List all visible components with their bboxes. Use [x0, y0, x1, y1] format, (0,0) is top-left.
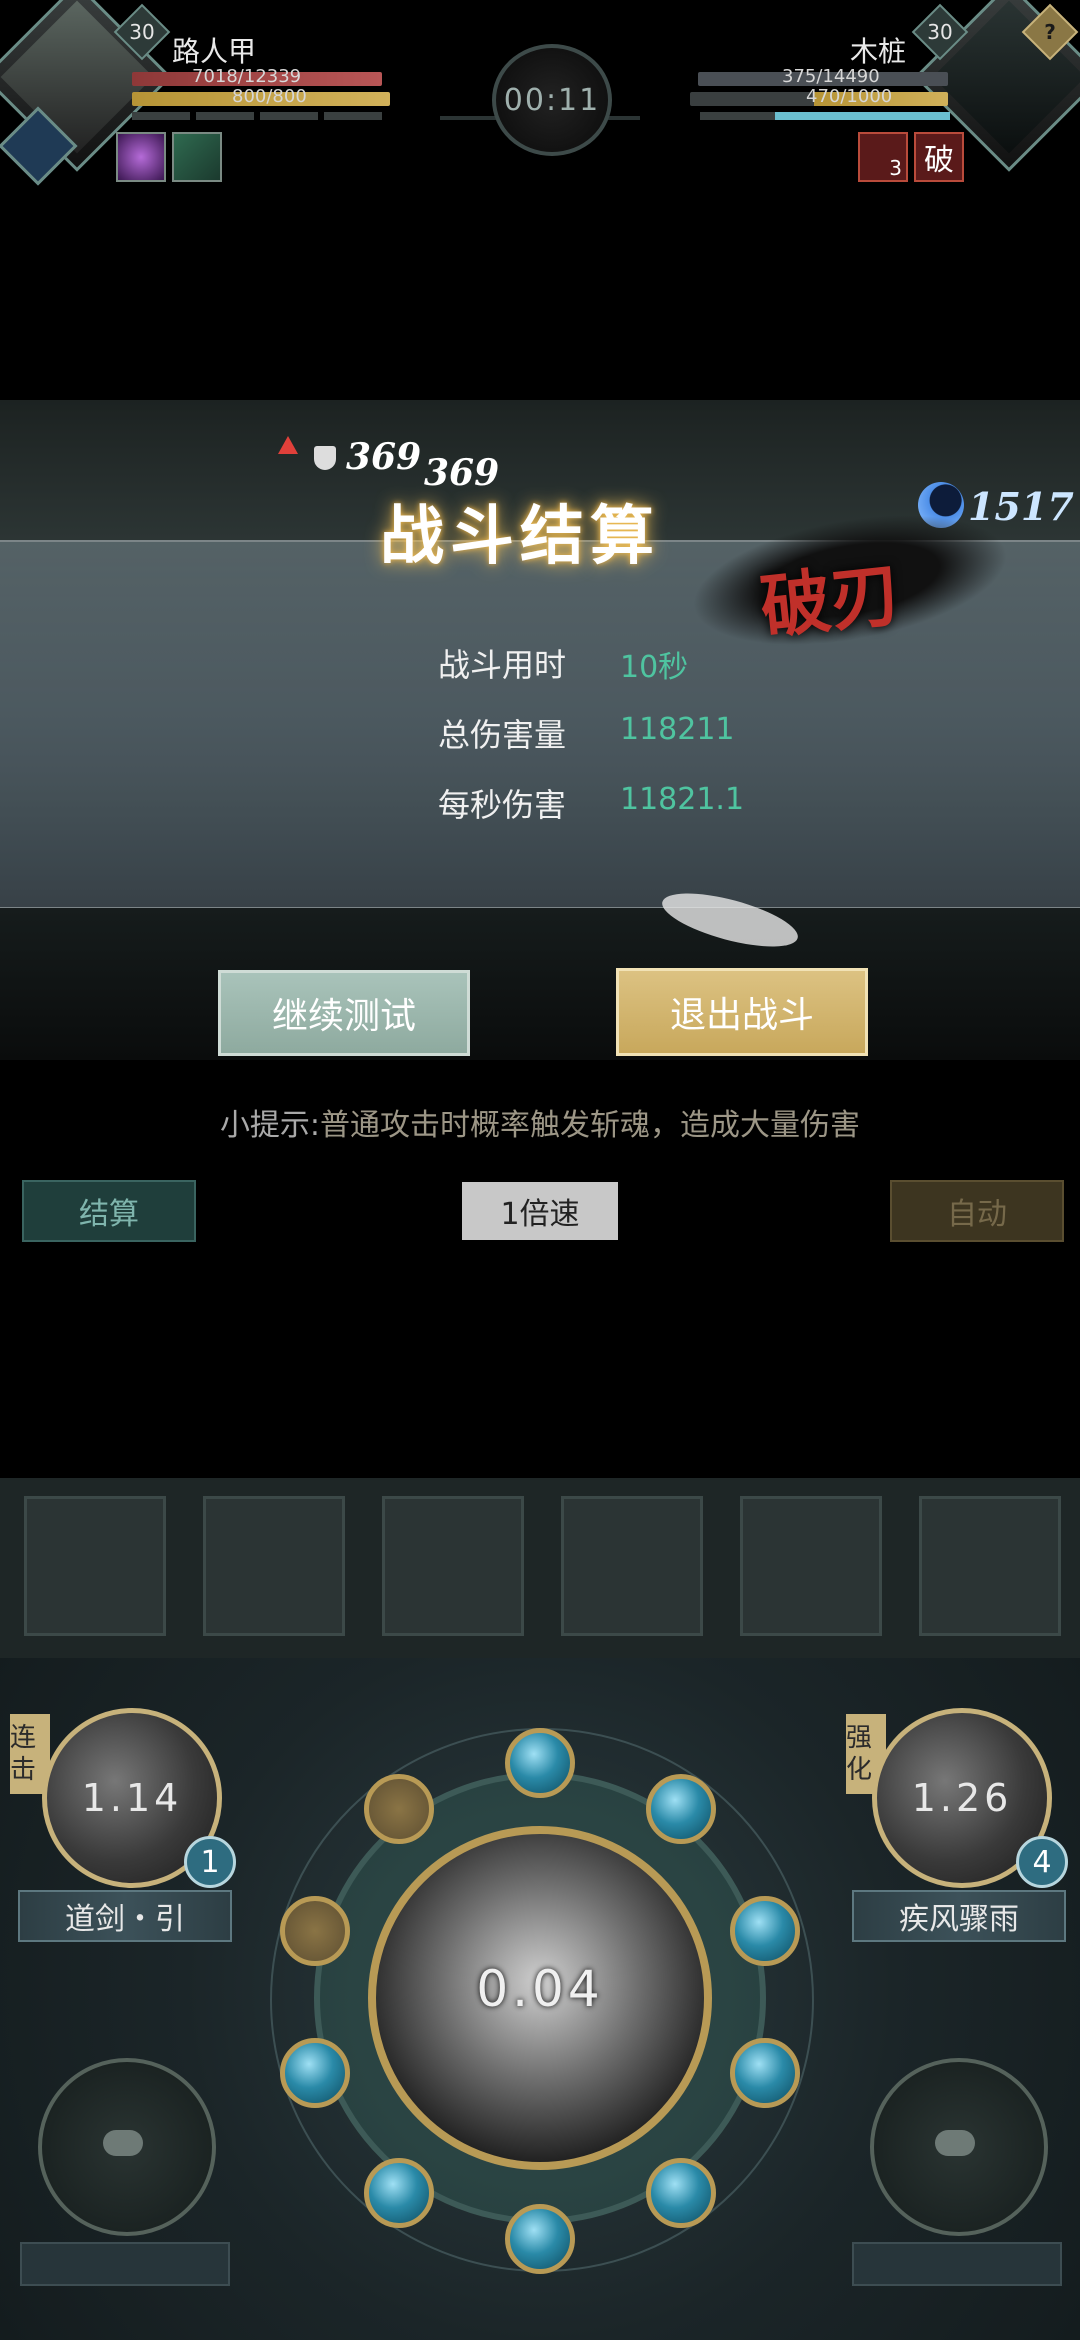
right-bottom-bar [852, 2242, 1062, 2286]
skill-stamp: 破刃 [756, 551, 905, 650]
buff-damage-number: 369 [346, 436, 422, 478]
right-skill-charge-badge: 4 [1016, 1836, 1068, 1888]
energy-orb [730, 1896, 800, 1966]
energy-orb [364, 2158, 434, 2228]
left-bottom-bar [20, 2242, 230, 2286]
empty-energy-orb [280, 1896, 350, 1966]
item-slot[interactable] [24, 1496, 166, 1636]
player-energy-seg [324, 112, 382, 120]
player-mp-text: 800/800 [232, 86, 307, 107]
break-debuff-icon[interactable]: 破 [914, 132, 964, 182]
enemy-energy-bar [700, 112, 950, 120]
battle-scene [0, 908, 1080, 1060]
left-skill-cooldown: 1.14 [81, 1776, 183, 1820]
shield-icon [314, 446, 336, 470]
continue-test-button[interactable]: 继续测试 [218, 970, 470, 1056]
settle-button[interactable]: 结算 [22, 1180, 196, 1242]
player-name: 路人甲 [172, 35, 257, 68]
energy-orb [730, 2038, 800, 2108]
item-slot[interactable] [919, 1496, 1061, 1636]
right-skill-cooldown: 1.26 [911, 1776, 1013, 1820]
item-slot[interactable] [382, 1496, 524, 1636]
player-energy-seg [196, 112, 254, 120]
item-slot[interactable] [203, 1496, 345, 1636]
right-joystick-knob[interactable] [935, 2130, 975, 2156]
energy-orb [646, 1774, 716, 1844]
exit-battle-button[interactable]: 退出战斗 [616, 968, 868, 1056]
left-joystick-knob[interactable] [103, 2130, 143, 2156]
result-title: 战斗结算 [380, 499, 660, 574]
energy-orb [280, 2038, 350, 2108]
battle-timer: 00:11 [492, 44, 612, 156]
item-slot[interactable] [561, 1496, 703, 1636]
speed-button[interactable]: 1倍速 [462, 1182, 618, 1240]
enemy-mp-text: 470/1000 [806, 86, 893, 107]
player-energy-seg [132, 112, 190, 120]
up-arrow-icon [278, 436, 298, 454]
empty-energy-orb [364, 1774, 434, 1844]
auto-button[interactable]: 自动 [890, 1180, 1064, 1242]
player-hp-text: 7018/12339 [192, 66, 302, 87]
stat-value-dps: 11821.1 [620, 782, 745, 817]
stat-value-time: 10秒 [620, 650, 689, 685]
stat-value-total-damage: 118211 [620, 712, 735, 747]
main-attack-cooldown: 0.04 [476, 1960, 604, 2018]
energy-orb [505, 2204, 575, 2274]
energy-orb [646, 2158, 716, 2228]
right-skill-name: 疾风骤雨 [852, 1890, 1066, 1942]
energy-orb [505, 1728, 575, 1798]
stat-label-total-damage: 总伤害量 [438, 716, 567, 754]
purple-buff-icon[interactable] [116, 132, 166, 182]
stat-label-dps: 每秒伤害 [438, 786, 567, 824]
left-skill-name: 道剑・引 [18, 1890, 232, 1942]
left-skill-charge-badge: 1 [184, 1836, 236, 1888]
enemy-name: 木桩 [850, 35, 907, 68]
tip-text: 小提示:普通攻击时概率触发斩魂，造成大量伤害 [219, 1108, 861, 1143]
player-energy-seg [260, 112, 318, 120]
sword-buff-icon[interactable] [172, 132, 222, 182]
item-slot[interactable] [740, 1496, 882, 1636]
enemy-debuff-icon[interactable]: 3 [858, 132, 908, 182]
enemy-hp-text: 375/14490 [782, 66, 880, 87]
stat-label-time: 战斗用时 [438, 646, 567, 684]
